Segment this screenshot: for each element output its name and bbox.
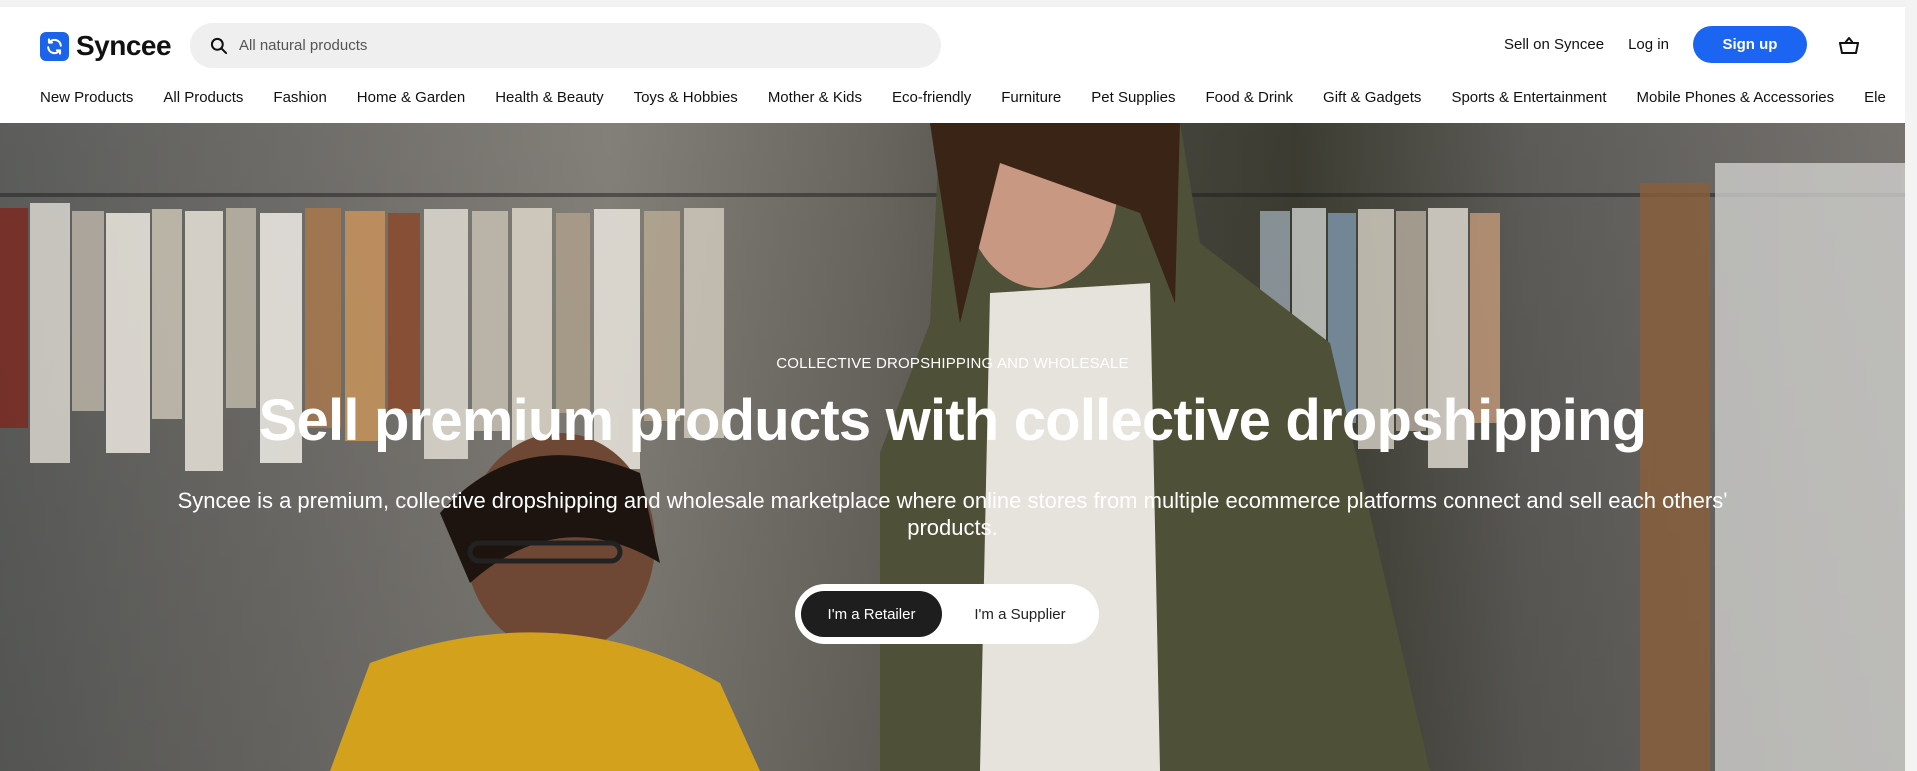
category-link[interactable]: Fashion: [273, 89, 326, 113]
category-link[interactable]: Pet Supplies: [1091, 89, 1175, 113]
category-link[interactable]: Home & Garden: [357, 89, 465, 113]
search-input[interactable]: [237, 36, 921, 55]
category-link[interactable]: Toys & Hobbies: [634, 89, 738, 113]
search-icon: [210, 37, 228, 54]
category-link[interactable]: Eco-friendly: [892, 89, 971, 113]
category-link[interactable]: Sports & Entertainment: [1451, 89, 1606, 113]
basket-icon[interactable]: [1837, 33, 1861, 57]
category-link[interactable]: Mobile Phones & Accessories: [1637, 89, 1835, 113]
category-link[interactable]: Ele: [1864, 89, 1886, 113]
top-strip: [0, 0, 1905, 7]
category-link[interactable]: Furniture: [1001, 89, 1061, 113]
brand-name: Syncee: [76, 30, 172, 61]
retailer-button[interactable]: I'm a Retailer: [801, 591, 942, 637]
header-actions: Sell on Syncee Log in Sign up: [1504, 26, 1861, 63]
signup-button[interactable]: Sign up: [1692, 26, 1807, 63]
hero-section: COLLECTIVE DROPSHIPPING AND WHOLESALE Se…: [0, 123, 1905, 771]
hero-eyebrow: COLLECTIVE DROPSHIPPING AND WHOLESALE: [776, 355, 1129, 372]
category-link[interactable]: All Products: [163, 89, 243, 113]
supplier-button[interactable]: I'm a Supplier: [952, 591, 1088, 637]
login-link[interactable]: Log in: [1628, 36, 1669, 53]
search-bar[interactable]: [190, 23, 941, 68]
site-header: Syncee Sell on Syncee Log in Sign up New…: [0, 7, 1905, 123]
sync-icon: [40, 31, 69, 61]
sell-on-syncee-link[interactable]: Sell on Syncee: [1504, 36, 1604, 53]
hero-subtext: Syncee is a premium, collective dropship…: [177, 488, 1728, 540]
category-link[interactable]: Gift & Gadgets: [1323, 89, 1421, 113]
category-link[interactable]: Food & Drink: [1206, 89, 1294, 113]
syncee-logo[interactable]: Syncee: [40, 30, 172, 62]
category-link[interactable]: Mother & Kids: [768, 89, 862, 113]
category-nav: New Products All Products Fashion Home & Ga…: [40, 89, 1905, 113]
hero-headline: Sell premium products with collective dr…: [258, 388, 1647, 453]
category-link[interactable]: New Products: [40, 89, 133, 113]
category-link[interactable]: Health & Beauty: [495, 89, 603, 113]
role-toggle: I'm a Retailer I'm a Supplier: [795, 584, 1099, 644]
scrollbar[interactable]: [1905, 0, 1917, 771]
